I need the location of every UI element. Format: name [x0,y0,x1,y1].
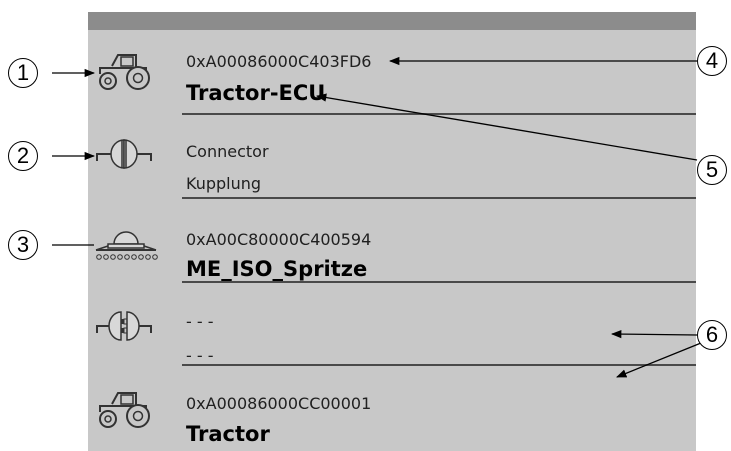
callout-arrows [52,56,702,378]
callout-3: 3 [8,230,38,260]
callout-6: 6 [697,320,727,350]
callout-1: 1 [8,58,38,88]
callout-4: 4 [697,46,727,76]
callout-2: 2 [8,141,38,171]
callout-5: 5 [697,155,727,185]
